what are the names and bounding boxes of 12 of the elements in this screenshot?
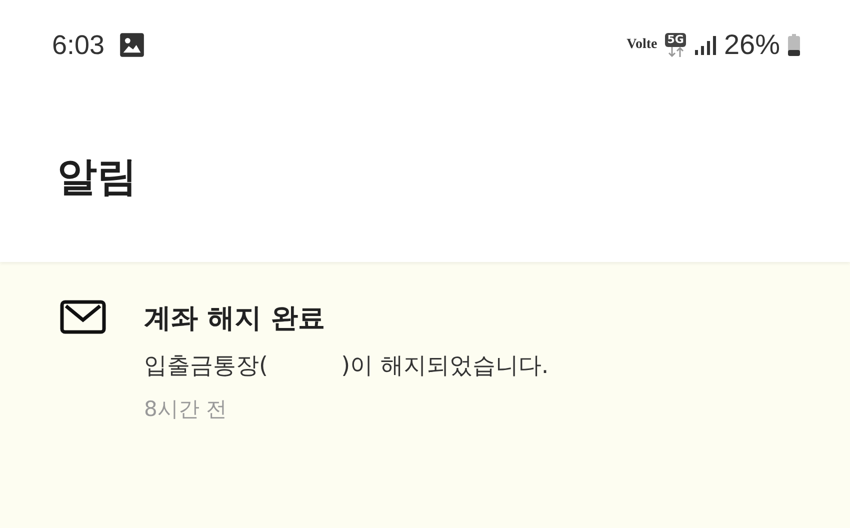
notification-message: 입출금통장( )이 해지되었습니다.	[144, 352, 549, 381]
battery-percent: 26%	[724, 29, 780, 61]
battery-icon	[788, 34, 800, 56]
signal-icon	[694, 35, 716, 55]
notification-time: 8시간 전	[144, 397, 228, 421]
image-icon	[118, 32, 145, 58]
notification-title: 계좌 해지 완료	[144, 302, 326, 336]
clock-time: 6:03	[52, 30, 105, 60]
page-title: 알림	[57, 152, 137, 202]
network-indicator: 5G	[665, 33, 686, 57]
envelope-icon	[60, 300, 106, 334]
volte-indicator: Volte	[626, 37, 658, 53]
